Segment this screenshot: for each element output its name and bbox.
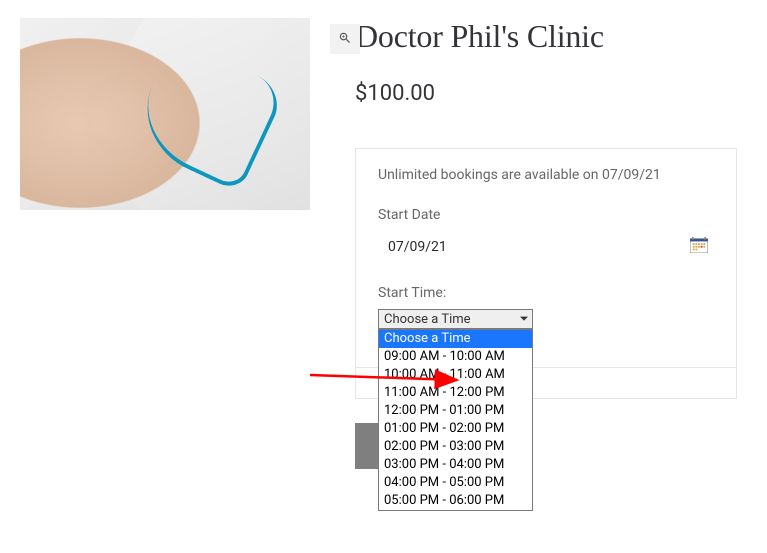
time-option[interactable]: 04:00 PM - 05:00 PM: [379, 474, 532, 492]
product-title: Doctor Phil's Clinic: [355, 18, 737, 55]
start-time-dropdown[interactable]: Choose a Time09:00 AM - 10:00 AM10:00 AM…: [378, 329, 533, 511]
magnifier-plus-icon: [338, 30, 352, 49]
time-option[interactable]: 11:00 AM - 12:00 PM: [379, 384, 532, 402]
time-option[interactable]: 02:00 PM - 03:00 PM: [379, 438, 532, 456]
time-option[interactable]: 10:00 AM - 11:00 AM: [379, 366, 532, 384]
calendar-icon[interactable]: [690, 237, 708, 257]
start-date-field[interactable]: 07/09/21: [378, 231, 714, 263]
start-date-value: 07/09/21: [388, 239, 447, 255]
start-time-select[interactable]: Choose a Time: [378, 309, 533, 329]
product-image[interactable]: [20, 18, 310, 210]
time-option[interactable]: 12:00 PM - 01:00 PM: [379, 402, 532, 420]
product-price: $100.00: [355, 81, 737, 106]
product-details: Doctor Phil's Clinic $100.00 Unlimited b…: [355, 18, 737, 469]
time-option[interactable]: 03:00 PM - 04:00 PM: [379, 456, 532, 474]
time-option[interactable]: 01:00 PM - 02:00 PM: [379, 420, 532, 438]
booking-form: Unlimited bookings are available on 07/0…: [355, 148, 737, 399]
zoom-button[interactable]: [330, 24, 360, 54]
time-option[interactable]: Choose a Time: [379, 330, 532, 348]
availability-text: Unlimited bookings are available on 07/0…: [378, 167, 714, 183]
start-time-label: Start Time:: [378, 285, 714, 301]
start-date-label: Start Date: [378, 207, 714, 223]
time-option[interactable]: 09:00 AM - 10:00 AM: [379, 348, 532, 366]
time-option[interactable]: 05:00 PM - 06:00 PM: [379, 492, 532, 510]
